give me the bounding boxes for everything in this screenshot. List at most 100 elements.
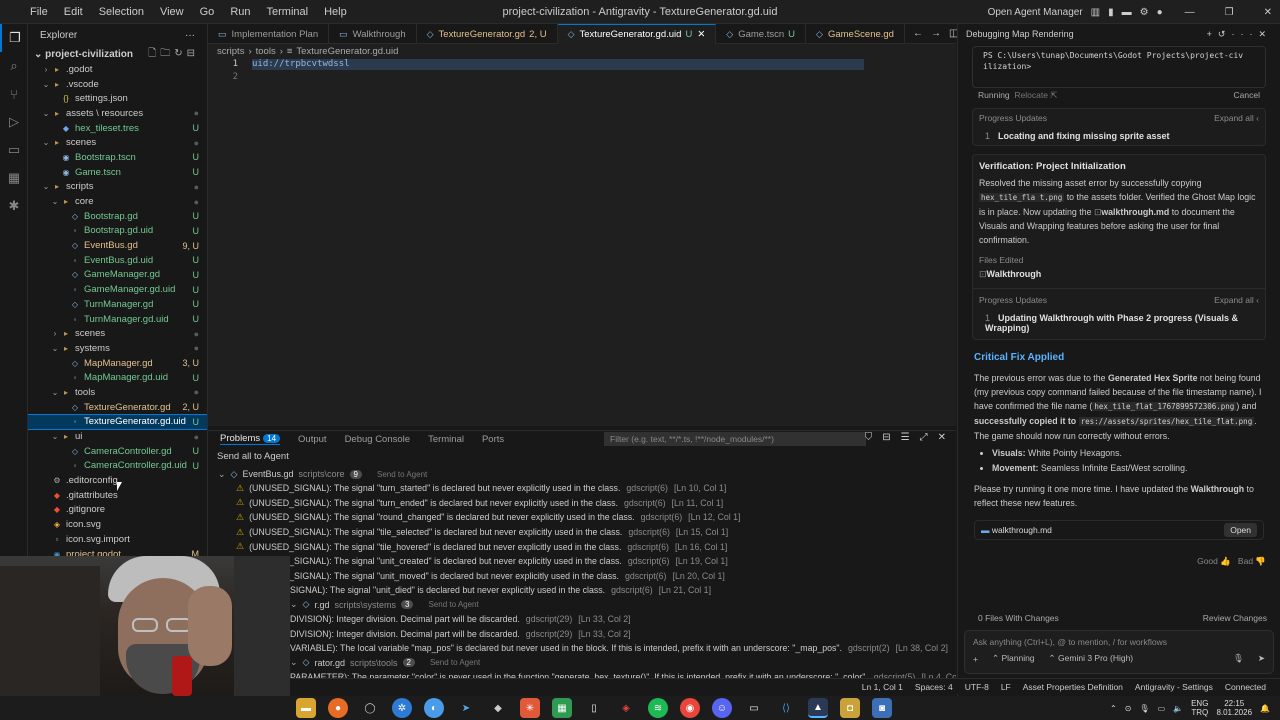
- breadcrumb-item[interactable]: scripts: [217, 46, 244, 57]
- tree-file[interactable]: ◈ icon.svg: [28, 517, 207, 532]
- problem-file-group[interactable]: ⌄ ◇ r.gd scripts\systems 3 Send to Agent: [208, 598, 956, 612]
- status-item[interactable]: Connected: [1225, 682, 1266, 692]
- menu-help[interactable]: Help: [316, 6, 355, 18]
- tree-file[interactable]: ◦ EventBus.gd.uid U: [28, 253, 207, 268]
- affinity-icon[interactable]: ✳: [520, 698, 540, 718]
- close-panel-icon[interactable]: ✕: [938, 432, 946, 443]
- expand-all-button[interactable]: Expand all: [1214, 295, 1254, 305]
- editor-tab[interactable]: ◇ GameScene.gd: [806, 24, 905, 44]
- remote-icon[interactable]: ▭: [0, 136, 28, 164]
- open-agent-manager-button[interactable]: Open Agent Manager: [988, 7, 1083, 18]
- maximize-panel-icon[interactable]: ⤢: [920, 432, 928, 443]
- figma-icon[interactable]: ◈: [616, 698, 636, 718]
- slack-icon[interactable]: ✲: [392, 698, 412, 718]
- tree-file[interactable]: ◇ EventBus.gd 9, U: [28, 238, 207, 253]
- tree-file[interactable]: ◦ Bootstrap.gd.uid U: [28, 224, 207, 239]
- problem-file-group[interactable]: ⌄ ◇ rator.gd scripts\tools 2 Send to Agent: [208, 656, 956, 670]
- minimize-icon[interactable]: —: [1185, 7, 1195, 18]
- status-item[interactable]: Ln 1, Col 1: [862, 682, 903, 692]
- account-icon[interactable]: ●: [1157, 7, 1163, 18]
- problem-row[interactable]: DIVISION): Integer division. Decimal par…: [208, 626, 956, 641]
- tree-file[interactable]: ◇ TextureGenerator.gd 2, U: [28, 400, 207, 415]
- toggle-sidebar-icon[interactable]: ▮: [1108, 7, 1114, 18]
- problem-row[interactable]: ⚠ (UNUSED_SIGNAL): The signal "tile_hover…: [208, 539, 956, 554]
- discord-icon[interactable]: ☺: [712, 698, 732, 718]
- source-control-icon[interactable]: ⑂: [0, 80, 28, 108]
- notepad-icon[interactable]: ▯: [584, 698, 604, 718]
- problem-row[interactable]: ⚠ (UNUSED_SIGNAL): The signal "tile_selec…: [208, 525, 956, 540]
- layout-icon[interactable]: ▥: [1091, 7, 1100, 18]
- problem-row[interactable]: DIVISION): Integer division. Decimal par…: [208, 612, 956, 627]
- tree-file[interactable]: ◇ CameraController.gd U: [28, 444, 207, 459]
- spotify-icon[interactable]: ≋: [648, 698, 668, 718]
- walkthrough-file-chip[interactable]: ▬ walkthrough.md Open: [974, 520, 1264, 540]
- tree-folder[interactable]: ⌄ ▸ scenes ●: [28, 135, 207, 150]
- bad-button[interactable]: Bad 👎: [1238, 556, 1266, 566]
- problem-row[interactable]: ⚠ (UNUSED_SIGNAL): The signal "turn_ended…: [208, 496, 956, 511]
- tree-file[interactable]: ◦ GameManager.gd.uid U: [28, 282, 207, 297]
- status-item[interactable]: LF: [1001, 682, 1011, 692]
- editor-tab[interactable]: ▭ Implementation Plan: [208, 24, 330, 44]
- agent-header-actions[interactable]: +↺···✕: [1207, 29, 1272, 40]
- tree-folder[interactable]: › ▸ .godot: [28, 62, 207, 77]
- tab-terminal[interactable]: Terminal: [428, 434, 464, 445]
- github-icon[interactable]: ◯: [360, 698, 380, 718]
- expand-all-button[interactable]: Expand all: [1214, 113, 1254, 123]
- project-root[interactable]: ⌄ project-civilization 🗋🗀↻⊟: [28, 46, 207, 62]
- model-selector[interactable]: ⌃ Gemini 3 Pro (High): [1049, 653, 1134, 664]
- collapse-all-icon[interactable]: ⊟: [882, 432, 890, 443]
- notifications-icon[interactable]: 🔔: [1260, 704, 1270, 713]
- menu-run[interactable]: Run: [222, 6, 258, 18]
- firefox-icon[interactable]: ●: [328, 698, 348, 718]
- tree-file[interactable]: ◦ TurnManager.gd.uid U: [28, 312, 207, 327]
- status-item[interactable]: UTF-8: [965, 682, 989, 692]
- tree-folder[interactable]: ⌄ ▸ systems ●: [28, 341, 207, 356]
- location-icon[interactable]: ⊙: [1125, 704, 1132, 713]
- status-item[interactable]: Antigravity - Settings: [1135, 682, 1213, 692]
- breadcrumb-item[interactable]: tools: [256, 46, 276, 57]
- send-to-agent-button[interactable]: Send to Agent: [377, 470, 427, 479]
- tree-folder[interactable]: ⌄ ▸ tools ●: [28, 385, 207, 400]
- tree-file[interactable]: ◆ .gitignore: [28, 503, 207, 518]
- add-context-icon[interactable]: +: [973, 654, 978, 664]
- language-indicator[interactable]: ENG TRQ: [1191, 699, 1208, 717]
- more-actions-icon[interactable]: ···: [185, 30, 195, 41]
- tree-folder[interactable]: ⌄ ▸ .vscode: [28, 77, 207, 92]
- godot-editor-icon[interactable]: ◙: [872, 698, 892, 718]
- godot-icon[interactable]: ◘: [840, 698, 860, 718]
- antigravity-icon[interactable]: ▲: [808, 698, 828, 718]
- tree-file[interactable]: ◇ TurnManager.gd U: [28, 297, 207, 312]
- tree-folder[interactable]: ⌄ ▸ scripts ●: [28, 180, 207, 195]
- open-external-icon[interactable]: ⇱: [1050, 90, 1057, 100]
- microphone-tray-icon[interactable]: 🎙: [1139, 704, 1149, 713]
- tree-file[interactable]: ◇ Bootstrap.gd U: [28, 209, 207, 224]
- close-icon[interactable]: ✕: [1264, 7, 1272, 18]
- tab-ports[interactable]: Ports: [482, 434, 504, 445]
- agent-chat-input[interactable]: Ask anything (Ctrl+L), @ to mention, / f…: [964, 630, 1274, 674]
- tree-file[interactable]: ◇ GameManager.gd U: [28, 268, 207, 283]
- review-changes-button[interactable]: Review Changes: [1203, 613, 1267, 623]
- tree-file[interactable]: ◇ MapManager.gd 3, U: [28, 356, 207, 371]
- code-editor[interactable]: 1 2 uid://trpbcvtwdssl: [208, 58, 956, 426]
- send-all-to-agent-button[interactable]: Send all to Agent: [208, 451, 956, 467]
- tab-problems[interactable]: Problems 14: [220, 433, 281, 445]
- chevron-left-icon[interactable]: ‹: [1256, 295, 1259, 305]
- network-icon[interactable]: ▭: [1158, 704, 1166, 713]
- settings-gear-icon[interactable]: ⚙: [1140, 7, 1149, 18]
- browser-icon[interactable]: ◐: [424, 698, 444, 718]
- status-item[interactable]: Spaces: 4: [915, 682, 953, 692]
- toggle-panel-icon[interactable]: ▬: [1122, 7, 1132, 18]
- good-button[interactable]: Good 👍: [1197, 556, 1231, 566]
- problem-row[interactable]: ⚠(UNUSED_SIGNAL): The signal "unit_moved…: [208, 569, 956, 584]
- editor-tab[interactable]: ◇ TextureGenerator.gd.uid U ✕: [557, 24, 717, 44]
- tab-debug-console[interactable]: Debug Console: [345, 434, 411, 445]
- tree-file[interactable]: ◦ MapManager.gd.uid U: [28, 370, 207, 385]
- tree-file[interactable]: ◉ Game.tscn U: [28, 165, 207, 180]
- filter-icon[interactable]: ⛉: [865, 432, 873, 443]
- menu-terminal[interactable]: Terminal: [259, 6, 317, 18]
- view-as-list-icon[interactable]: ☰: [901, 432, 910, 443]
- tree-folder[interactable]: › ▸ scenes ●: [28, 326, 207, 341]
- forward-icon[interactable]: →: [931, 28, 941, 39]
- tab-output[interactable]: Output: [298, 434, 327, 445]
- agent-icon[interactable]: ✱: [0, 192, 28, 220]
